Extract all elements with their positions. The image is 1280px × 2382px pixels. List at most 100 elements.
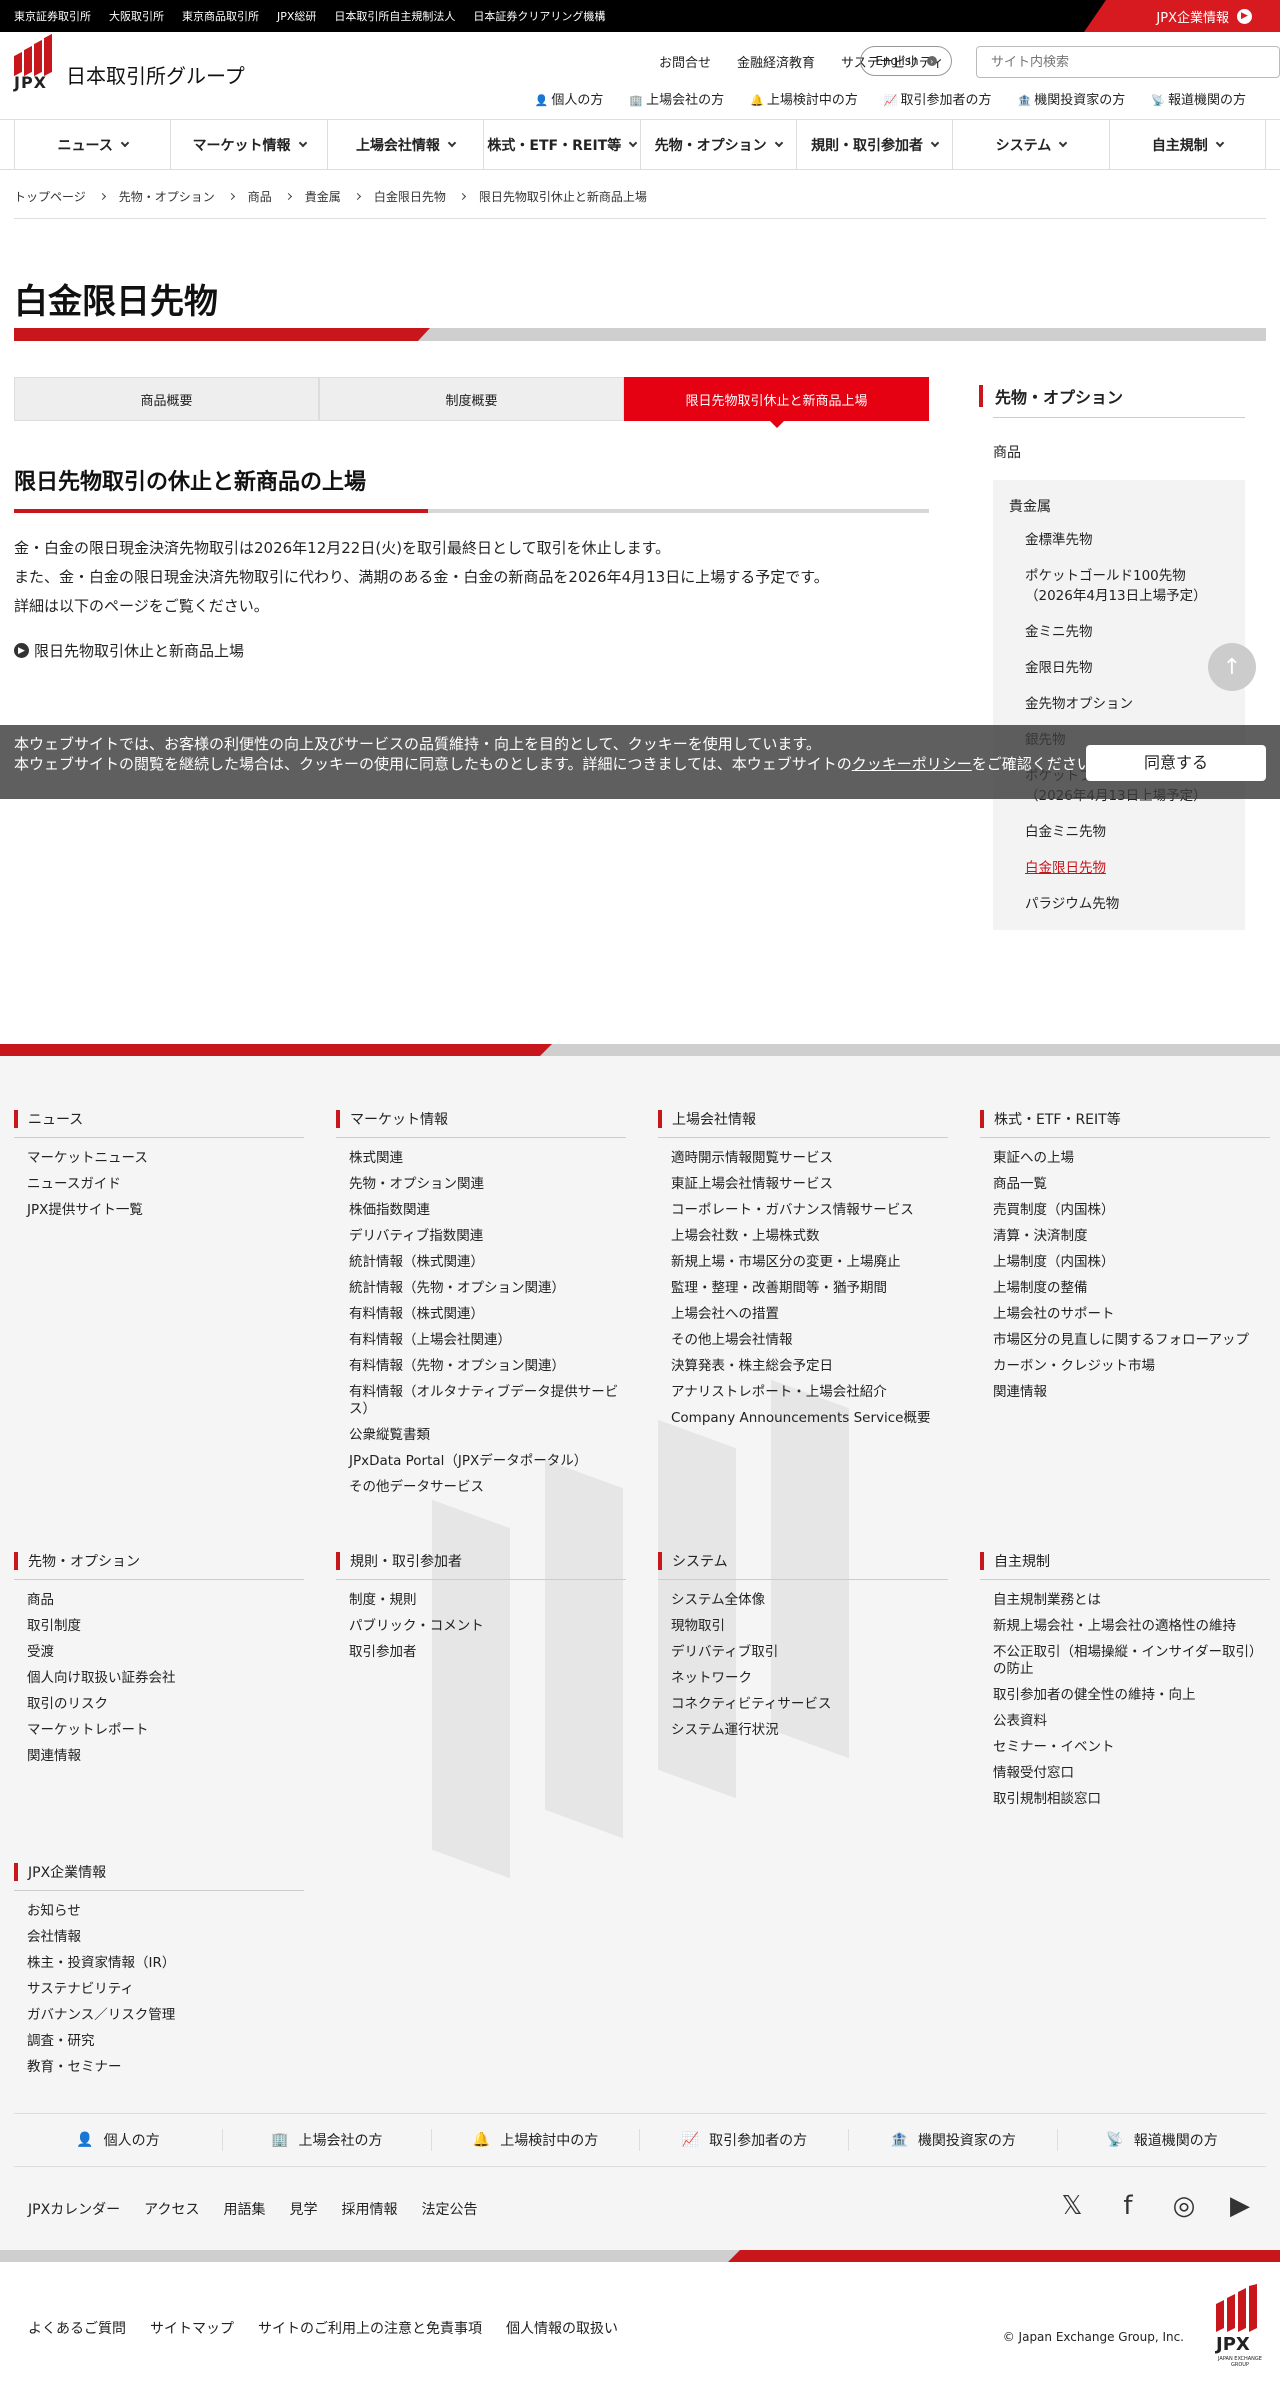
breadcrumb-item[interactable]: 貴金属 bbox=[305, 188, 341, 205]
jpx-corporate-link[interactable]: JPX企業情報 ▶ bbox=[1084, 0, 1280, 32]
footer-link[interactable]: コーポレート・ガバナンス情報サービス bbox=[671, 1202, 948, 1219]
footer-link[interactable]: 上場制度（内国株） bbox=[993, 1254, 1270, 1271]
x-icon[interactable]: 𝕏 bbox=[1056, 2190, 1088, 2222]
footer-link[interactable]: 決算発表・株主総会予定日 bbox=[671, 1358, 948, 1375]
footer-link[interactable]: 情報受付窓口 bbox=[993, 1765, 1270, 1782]
footer-link[interactable]: 関連情報 bbox=[27, 1748, 304, 1765]
footer-link[interactable]: 制度・規則 bbox=[349, 1592, 626, 1609]
footer-link[interactable]: 市場区分の見直しに関するフォローアップ bbox=[993, 1332, 1270, 1349]
footer-link[interactable]: 上場会社のサポート bbox=[993, 1306, 1270, 1323]
footer-link[interactable]: 取引のリスク bbox=[27, 1696, 304, 1713]
sidebar-item[interactable]: 金標準先物 bbox=[1009, 522, 1229, 558]
utility-link[interactable]: 金融経済教育 bbox=[737, 52, 815, 71]
footer-link[interactable]: 公衆縦覧書類 bbox=[349, 1427, 626, 1444]
cookie-policy-link[interactable]: クッキーポリシー bbox=[852, 755, 972, 773]
sidebar-item[interactable]: ポケットゴールド100先物（2026年4月13日上場予定） bbox=[1009, 558, 1229, 614]
sidebar-item[interactable]: パラジウム先物 bbox=[1009, 886, 1229, 922]
footer-link[interactable]: システム全体像 bbox=[671, 1592, 948, 1609]
footer-link[interactable]: 商品 bbox=[27, 1592, 304, 1609]
footer-persona-link[interactable]: 🏢 上場会社の方 bbox=[221, 2129, 431, 2151]
footer-bottom-link[interactable]: よくあるご質問 bbox=[28, 2318, 126, 2338]
detail-link[interactable]: ▶ 限日先物取引休止と新商品上場 bbox=[14, 640, 244, 661]
footer-link[interactable]: 取引制度 bbox=[27, 1618, 304, 1635]
footer-column-title[interactable]: ニュース bbox=[14, 1110, 304, 1128]
footer-link[interactable]: 適時開示情報閲覧サービス bbox=[671, 1150, 948, 1167]
group-site-link[interactable]: 日本証券クリアリング機構 bbox=[473, 8, 605, 24]
english-button[interactable]: English › bbox=[860, 46, 952, 76]
footer-link[interactable]: 教育・セミナー bbox=[27, 2059, 304, 2076]
footer-link[interactable]: その他データサービス bbox=[349, 1479, 626, 1496]
footer-link[interactable]: 法定公告 bbox=[421, 2199, 477, 2219]
footer-column-title[interactable]: システム bbox=[658, 1552, 948, 1570]
utility-link[interactable]: お問合せ bbox=[659, 52, 711, 71]
gnav-item[interactable]: 先物・オプション bbox=[639, 120, 796, 169]
footer-link[interactable]: 取引規制相談窓口 bbox=[993, 1791, 1270, 1808]
footer-link[interactable]: 自主規制業務とは bbox=[993, 1592, 1270, 1609]
group-site-link[interactable]: 日本取引所自主規制法人 bbox=[334, 8, 455, 24]
footer-link[interactable]: 採用情報 bbox=[341, 2199, 397, 2219]
footer-link[interactable]: お知らせ bbox=[27, 1903, 304, 1920]
footer-link[interactable]: 個人向け取扱い証券会社 bbox=[27, 1670, 304, 1687]
footer-bottom-link[interactable]: サイトマップ bbox=[150, 2318, 234, 2338]
persona-link[interactable]: 📡 報道機関の方 bbox=[1151, 89, 1246, 108]
tab-item[interactable]: 制度概要 bbox=[319, 377, 624, 421]
footer-link[interactable]: 調査・研究 bbox=[27, 2033, 304, 2050]
sidebar-item[interactable]: 白金限日先物 bbox=[1009, 850, 1229, 886]
footer-link[interactable]: JPX提供サイト一覧 bbox=[27, 1202, 304, 1219]
footer-link[interactable]: 商品一覧 bbox=[993, 1176, 1270, 1193]
footer-link[interactable]: 有料情報（先物・オプション関連） bbox=[349, 1358, 626, 1375]
footer-link[interactable]: 有料情報（オルタナティブデータ提供サービス） bbox=[349, 1384, 626, 1418]
footer-link[interactable]: カーボン・クレジット市場 bbox=[993, 1358, 1270, 1375]
group-site-link[interactable]: 東京証券取引所 bbox=[14, 8, 91, 24]
sidebar-item[interactable]: 金先物オプション bbox=[1009, 686, 1229, 722]
footer-link[interactable]: システム運行状況 bbox=[671, 1722, 948, 1739]
footer-persona-link[interactable]: 🏦 機関投資家の方 bbox=[848, 2129, 1057, 2151]
group-site-link[interactable]: 東京商品取引所 bbox=[182, 8, 259, 24]
footer-link[interactable]: 有料情報（株式関連） bbox=[349, 1306, 626, 1323]
footer-link[interactable]: 公表資料 bbox=[993, 1713, 1270, 1730]
persona-link[interactable]: 🏢 上場会社の方 bbox=[629, 89, 724, 108]
breadcrumb-item[interactable]: トップページ bbox=[14, 188, 86, 205]
footer-link[interactable]: 上場制度の整備 bbox=[993, 1280, 1270, 1297]
footer-link[interactable]: 会社情報 bbox=[27, 1929, 304, 1946]
footer-link[interactable]: 統計情報（先物・オプション関連） bbox=[349, 1280, 626, 1297]
footer-link[interactable]: JPXカレンダー bbox=[28, 2199, 120, 2219]
footer-column-title[interactable]: 自主規制 bbox=[980, 1552, 1270, 1570]
footer-link[interactable]: アナリストレポート・上場会社紹介 bbox=[671, 1384, 948, 1401]
breadcrumb-item[interactable]: 白金限日先物 bbox=[374, 188, 446, 205]
group-site-link[interactable]: JPX総研 bbox=[277, 8, 316, 24]
footer-link[interactable]: その他上場会社情報 bbox=[671, 1332, 948, 1349]
sidebar-item[interactable]: 金限日先物 bbox=[1009, 650, 1229, 686]
footer-persona-link[interactable]: 📡 報道機関の方 bbox=[1057, 2129, 1266, 2151]
footer-persona-link[interactable]: 🔔 上場検討中の方 bbox=[430, 2129, 640, 2151]
footer-persona-link[interactable]: 👤 個人の方 bbox=[14, 2129, 222, 2151]
gnav-item[interactable]: システム bbox=[952, 120, 1108, 169]
footer-link[interactable]: 受渡 bbox=[27, 1644, 304, 1661]
footer-link[interactable]: 上場会社数・上場株式数 bbox=[671, 1228, 948, 1245]
gnav-item[interactable]: ニュース bbox=[14, 120, 170, 169]
group-site-link[interactable]: 大阪取引所 bbox=[109, 8, 164, 24]
footer-link[interactable]: アクセス bbox=[144, 2199, 199, 2219]
footer-link[interactable]: 上場会社への措置 bbox=[671, 1306, 948, 1323]
tab-item[interactable]: 商品概要 bbox=[14, 377, 319, 421]
footer-link[interactable]: デリバティブ指数関連 bbox=[349, 1228, 626, 1245]
gnav-item[interactable]: マーケット情報 bbox=[170, 120, 326, 169]
footer-column-title[interactable]: 上場会社情報 bbox=[658, 1110, 948, 1128]
persona-link[interactable]: 🏦 機関投資家の方 bbox=[1018, 89, 1126, 108]
footer-column-title[interactable]: マーケット情報 bbox=[336, 1110, 626, 1128]
footer-link[interactable]: 統計情報（株式関連） bbox=[349, 1254, 626, 1271]
footer-bottom-link[interactable]: サイトのご利用上の注意と免責事項 bbox=[258, 2318, 482, 2338]
footer-column-title[interactable]: 株式・ETF・REIT等 bbox=[980, 1110, 1270, 1128]
footer-link[interactable]: ニュースガイド bbox=[27, 1176, 304, 1193]
sidebar-category[interactable]: 貴金属 bbox=[1009, 496, 1229, 516]
youtube-icon[interactable]: ▶ bbox=[1224, 2190, 1256, 2222]
footer-link[interactable]: ガバナンス／リスク管理 bbox=[27, 2007, 304, 2024]
tab-item[interactable]: 限日先物取引休止と新商品上場 bbox=[624, 377, 929, 428]
footer-link[interactable]: ネットワーク bbox=[671, 1670, 948, 1687]
persona-link[interactable]: 🔔 上場検討中の方 bbox=[750, 89, 858, 108]
footer-link[interactable]: 新規上場・市場区分の変更・上場廃止 bbox=[671, 1254, 948, 1271]
footer-link[interactable]: 先物・オプション関連 bbox=[349, 1176, 626, 1193]
footer-link[interactable]: マーケットニュース bbox=[27, 1150, 304, 1167]
footer-link[interactable]: 現物取引 bbox=[671, 1618, 948, 1635]
footer-link[interactable]: Company Announcements Service概要 bbox=[671, 1410, 948, 1427]
